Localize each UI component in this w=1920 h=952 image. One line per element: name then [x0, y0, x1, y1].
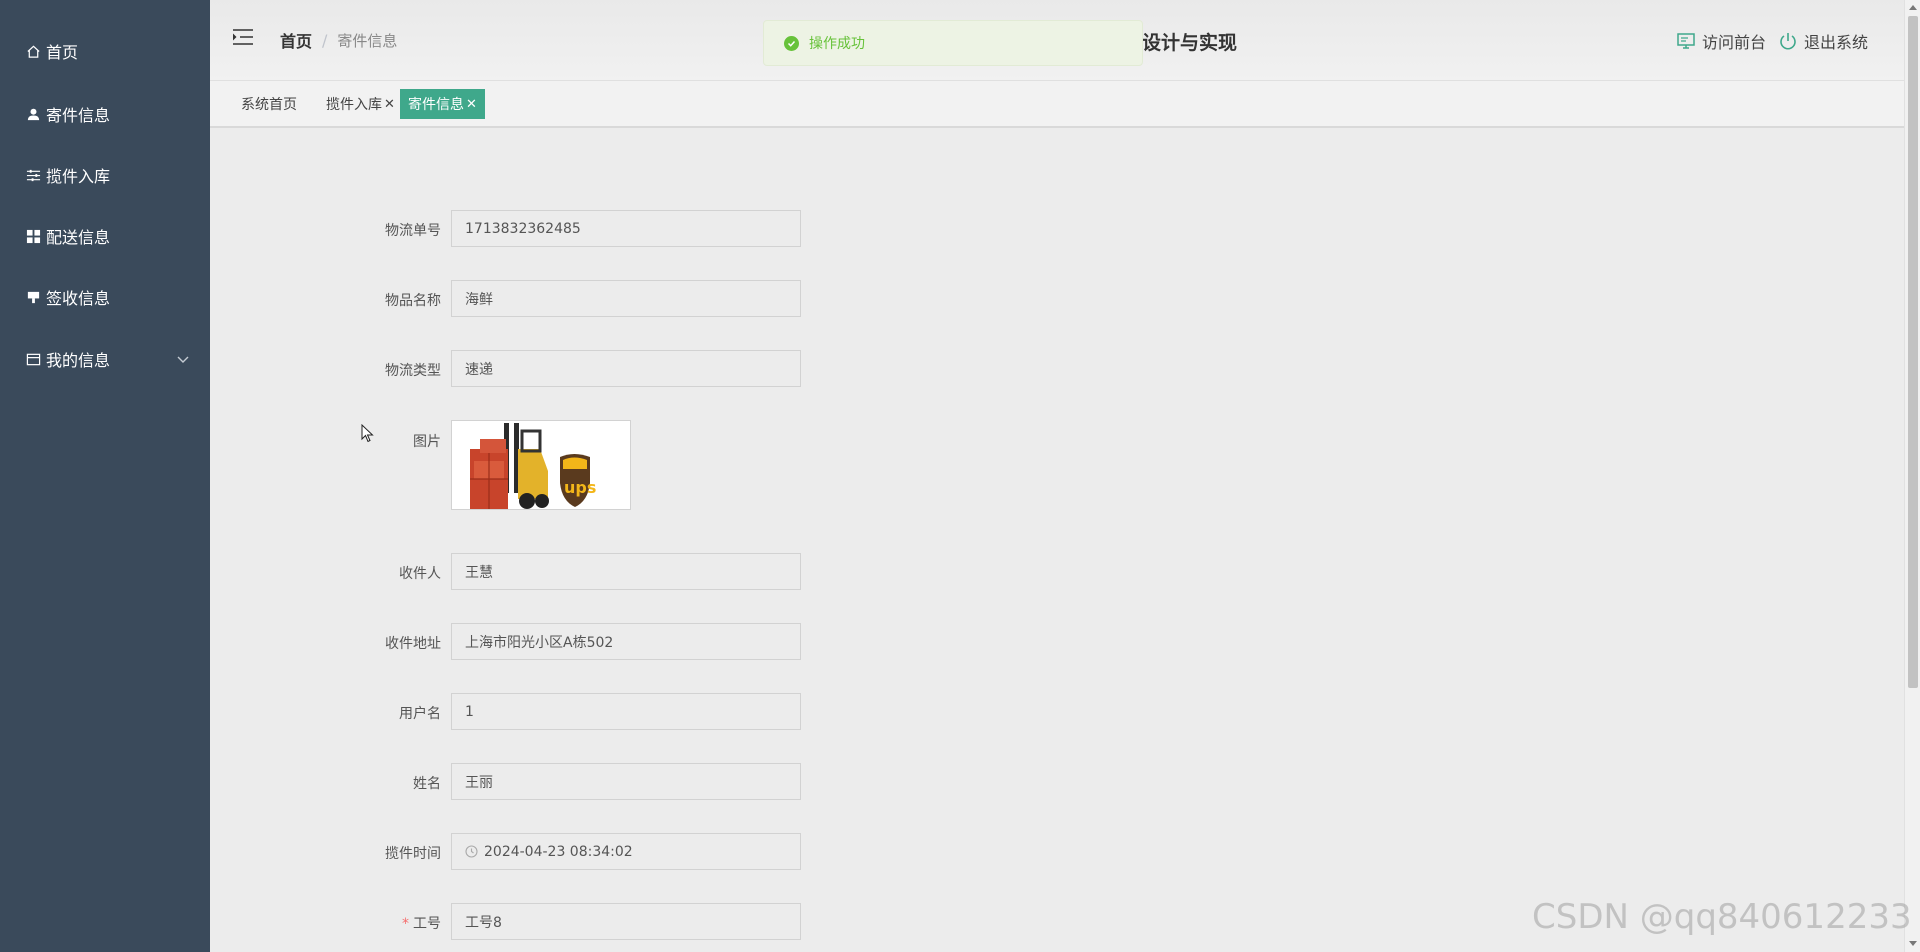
breadcrumb-home[interactable]: 首页: [280, 28, 312, 52]
logout-button[interactable]: 退出系统: [1778, 29, 1868, 53]
scroll-up-arrow-icon[interactable]: [1909, 5, 1917, 10]
sidebar-item-my-info[interactable]: 我的信息: [0, 334, 210, 384]
clock-icon: [465, 845, 478, 858]
visit-front-label: 访问前台: [1702, 33, 1767, 52]
watermark: CSDN @qq840612233: [1532, 897, 1912, 937]
monitor-icon: [1677, 33, 1695, 49]
package-image[interactable]: ups: [451, 420, 631, 510]
page-scrollbar[interactable]: [1904, 0, 1920, 952]
staff-no-label-text: 工号: [413, 916, 441, 932]
breadcrumb-current: 寄件信息: [337, 31, 398, 50]
logistics-type-value: 速递: [465, 361, 493, 378]
sidebar-item-label: 揽件入库: [46, 167, 111, 186]
recipient-field[interactable]: 王慧: [451, 553, 801, 590]
tab-label: 揽件入库: [326, 97, 382, 113]
visit-front-button[interactable]: 访问前台: [1676, 29, 1766, 53]
sidebar-item-label: 我的信息: [46, 351, 111, 370]
tab-label: 系统首页: [241, 97, 297, 113]
home-icon: [24, 42, 42, 60]
mouse-cursor-icon: [361, 424, 374, 443]
username-value: 1: [465, 703, 474, 720]
sidebar-item-home[interactable]: 首页: [0, 26, 210, 76]
staff-no-value: 工号8: [465, 914, 502, 931]
address-field[interactable]: 上海市阳光小区A栋502: [451, 623, 801, 660]
recipient-label: 收件人: [399, 566, 441, 582]
stamp-icon: [24, 288, 42, 306]
logout-label: 退出系统: [1804, 33, 1869, 52]
scroll-thumb[interactable]: [1908, 16, 1918, 688]
item-name-label: 物品名称: [385, 293, 441, 309]
sidebar-item-send-info[interactable]: 寄件信息: [0, 89, 210, 139]
tracking-no-field[interactable]: 1713832362485: [451, 210, 801, 247]
toast-message: 操作成功: [809, 36, 865, 52]
forklift-package-picture: ups: [452, 421, 630, 509]
item-name-value: 海鲜: [465, 291, 493, 308]
svg-text:ups: ups: [564, 478, 596, 497]
tracking-no-value: 1713832362485: [465, 220, 581, 237]
username-field[interactable]: 1: [451, 693, 801, 730]
power-icon: [1780, 33, 1796, 50]
grid-icon: [24, 227, 42, 245]
tab-send-info[interactable]: 寄件信息 ✕: [400, 89, 485, 119]
tab-pickup-storage[interactable]: 揽件入库 ✕: [318, 89, 403, 119]
tab-system-home[interactable]: 系统首页: [233, 89, 305, 119]
sidebar-item-delivery[interactable]: 配送信息: [0, 211, 210, 261]
required-mark: *: [402, 916, 409, 932]
staff-no-label: * 工号: [261, 913, 441, 933]
chevron-down-icon: [177, 356, 189, 363]
name-field[interactable]: 王丽: [451, 763, 801, 800]
name-value: 王丽: [465, 774, 493, 791]
address-value: 上海市阳光小区A栋502: [465, 634, 614, 651]
username-label: 用户名: [399, 706, 441, 722]
tracking-no-label: 物流单号: [385, 223, 441, 239]
pickup-time-field[interactable]: 2024-04-23 08:34:02: [451, 833, 801, 870]
menu-toggle-icon[interactable]: [232, 28, 254, 46]
sidebar-item-label: 寄件信息: [46, 106, 111, 125]
item-name-field[interactable]: 海鲜: [451, 280, 801, 317]
scroll-down-arrow-icon[interactable]: [1909, 941, 1917, 946]
pickup-time-value: 2024-04-23 08:34:02: [484, 843, 633, 860]
breadcrumb-separator: /: [322, 30, 328, 50]
tab-bar: 系统首页 揽件入库 ✕ 寄件信息 ✕: [210, 81, 1904, 128]
success-toast: 操作成功: [763, 20, 1143, 66]
image-label: 图片: [413, 434, 441, 450]
sidebar: 首页 寄件信息 揽件入库 配送信息 签收信息 我的信息: [0, 0, 210, 952]
sliders-icon: [24, 166, 42, 184]
check-circle-icon: [784, 35, 799, 51]
recipient-value: 王慧: [465, 564, 493, 581]
sidebar-item-signed[interactable]: 签收信息: [0, 272, 210, 322]
sidebar-item-label: 签收信息: [46, 289, 111, 308]
system-title: 设计与实现: [1142, 32, 1238, 54]
sidebar-item-label: 配送信息: [46, 228, 111, 247]
logistics-type-label: 物流类型: [385, 363, 441, 379]
tab-label: 寄件信息: [408, 97, 464, 113]
staff-no-field[interactable]: 工号8: [451, 903, 801, 940]
pickup-time-label: 揽件时间: [385, 846, 441, 862]
logistics-type-field[interactable]: 速递: [451, 350, 801, 387]
sidebar-item-pickup-storage[interactable]: 揽件入库: [0, 150, 210, 200]
close-icon[interactable]: ✕: [466, 97, 477, 112]
card-icon: [24, 350, 42, 368]
user-icon: [24, 105, 42, 123]
breadcrumb: 首页 / 寄件信息: [280, 28, 397, 52]
sidebar-item-label: 首页: [46, 43, 79, 62]
close-icon[interactable]: ✕: [384, 97, 395, 112]
name-label: 姓名: [413, 776, 441, 792]
address-label: 收件地址: [385, 636, 441, 652]
